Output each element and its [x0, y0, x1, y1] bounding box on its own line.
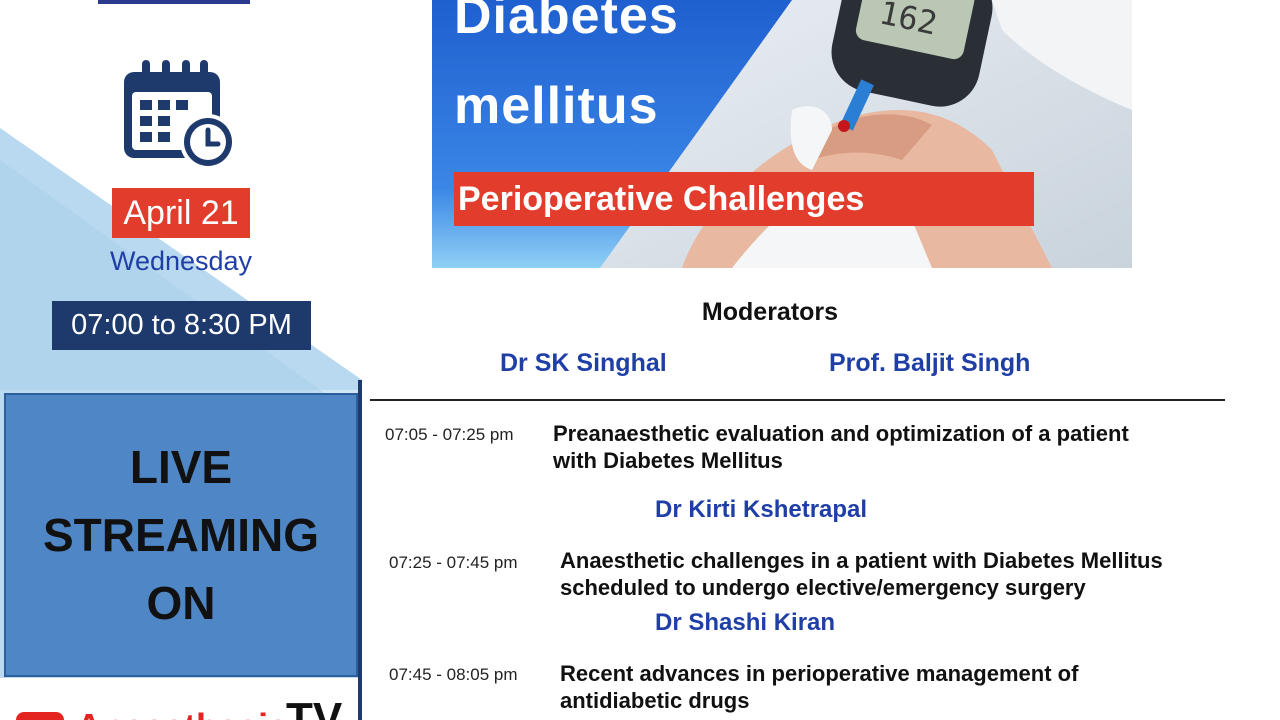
session-title-line: scheduled to undergo elective/emergency … — [560, 575, 1086, 600]
session-time: 07:05 - 07:25 pm — [385, 425, 514, 444]
event-time: 07:00 to 8:30 PM — [52, 301, 311, 350]
live-streaming-text: LIVE STREAMING ON — [6, 433, 356, 637]
session-time: 07:45 - 08:05 pm — [389, 665, 518, 684]
separator-line — [370, 399, 1225, 401]
live-streaming-box: LIVE STREAMING ON — [4, 393, 358, 677]
banner-title-line-2: mellitus — [454, 77, 659, 135]
live-line-3: ON — [146, 577, 216, 629]
session-title: Anaesthetic challenges in a patient with… — [560, 547, 1260, 601]
channel-name: Anaesthesia — [76, 706, 288, 720]
session-speaker: Dr Shashi Kiran — [655, 609, 836, 636]
session-title-line: Anaesthetic challenges in a patient with… — [560, 548, 1163, 573]
youtube-play-icon — [16, 712, 64, 720]
event-weekday: Wednesday — [109, 246, 253, 276]
channel-strip: Anaesthesia TV — [0, 678, 362, 720]
panel-divider — [358, 380, 362, 720]
session-time: 07:25 - 07:45 pm — [389, 553, 518, 572]
live-line-2: STREAMING — [43, 509, 319, 561]
title-banner: 162 Diabetes mellitus Perioperative Chal… — [432, 0, 1132, 268]
session-speaker: Dr Kirti Kshetrapal — [655, 496, 868, 523]
session-title-line: with Diabetes Mellitus — [553, 448, 783, 473]
banner-title-line-1: Diabetes — [454, 0, 679, 45]
calendar-clock-icon — [124, 60, 236, 170]
session-title-line: Recent advances in perioperative managem… — [560, 661, 1079, 686]
banner-subtitle: Perioperative Challenges — [454, 172, 1034, 226]
session-title-line: Preanaesthetic evaluation and optimizati… — [553, 421, 1129, 446]
event-info-panel: April 21 Wednesday 07:00 to 8:30 PM LIVE… — [0, 0, 362, 720]
event-date: April 21 — [112, 188, 250, 238]
top-rule — [98, 0, 250, 4]
session-title-line: antidiabetic drugs — [560, 688, 750, 713]
moderator-name: Prof. Baljit Singh — [829, 349, 1031, 377]
channel-suffix: TV — [286, 694, 343, 720]
session-title: Recent advances in perioperative managem… — [560, 660, 1240, 714]
live-line-1: LIVE — [129, 441, 233, 493]
moderators-heading: Moderators — [701, 298, 839, 326]
session-title: Preanaesthetic evaluation and optimizati… — [553, 420, 1233, 474]
moderator-name: Dr SK Singhal — [500, 349, 667, 377]
